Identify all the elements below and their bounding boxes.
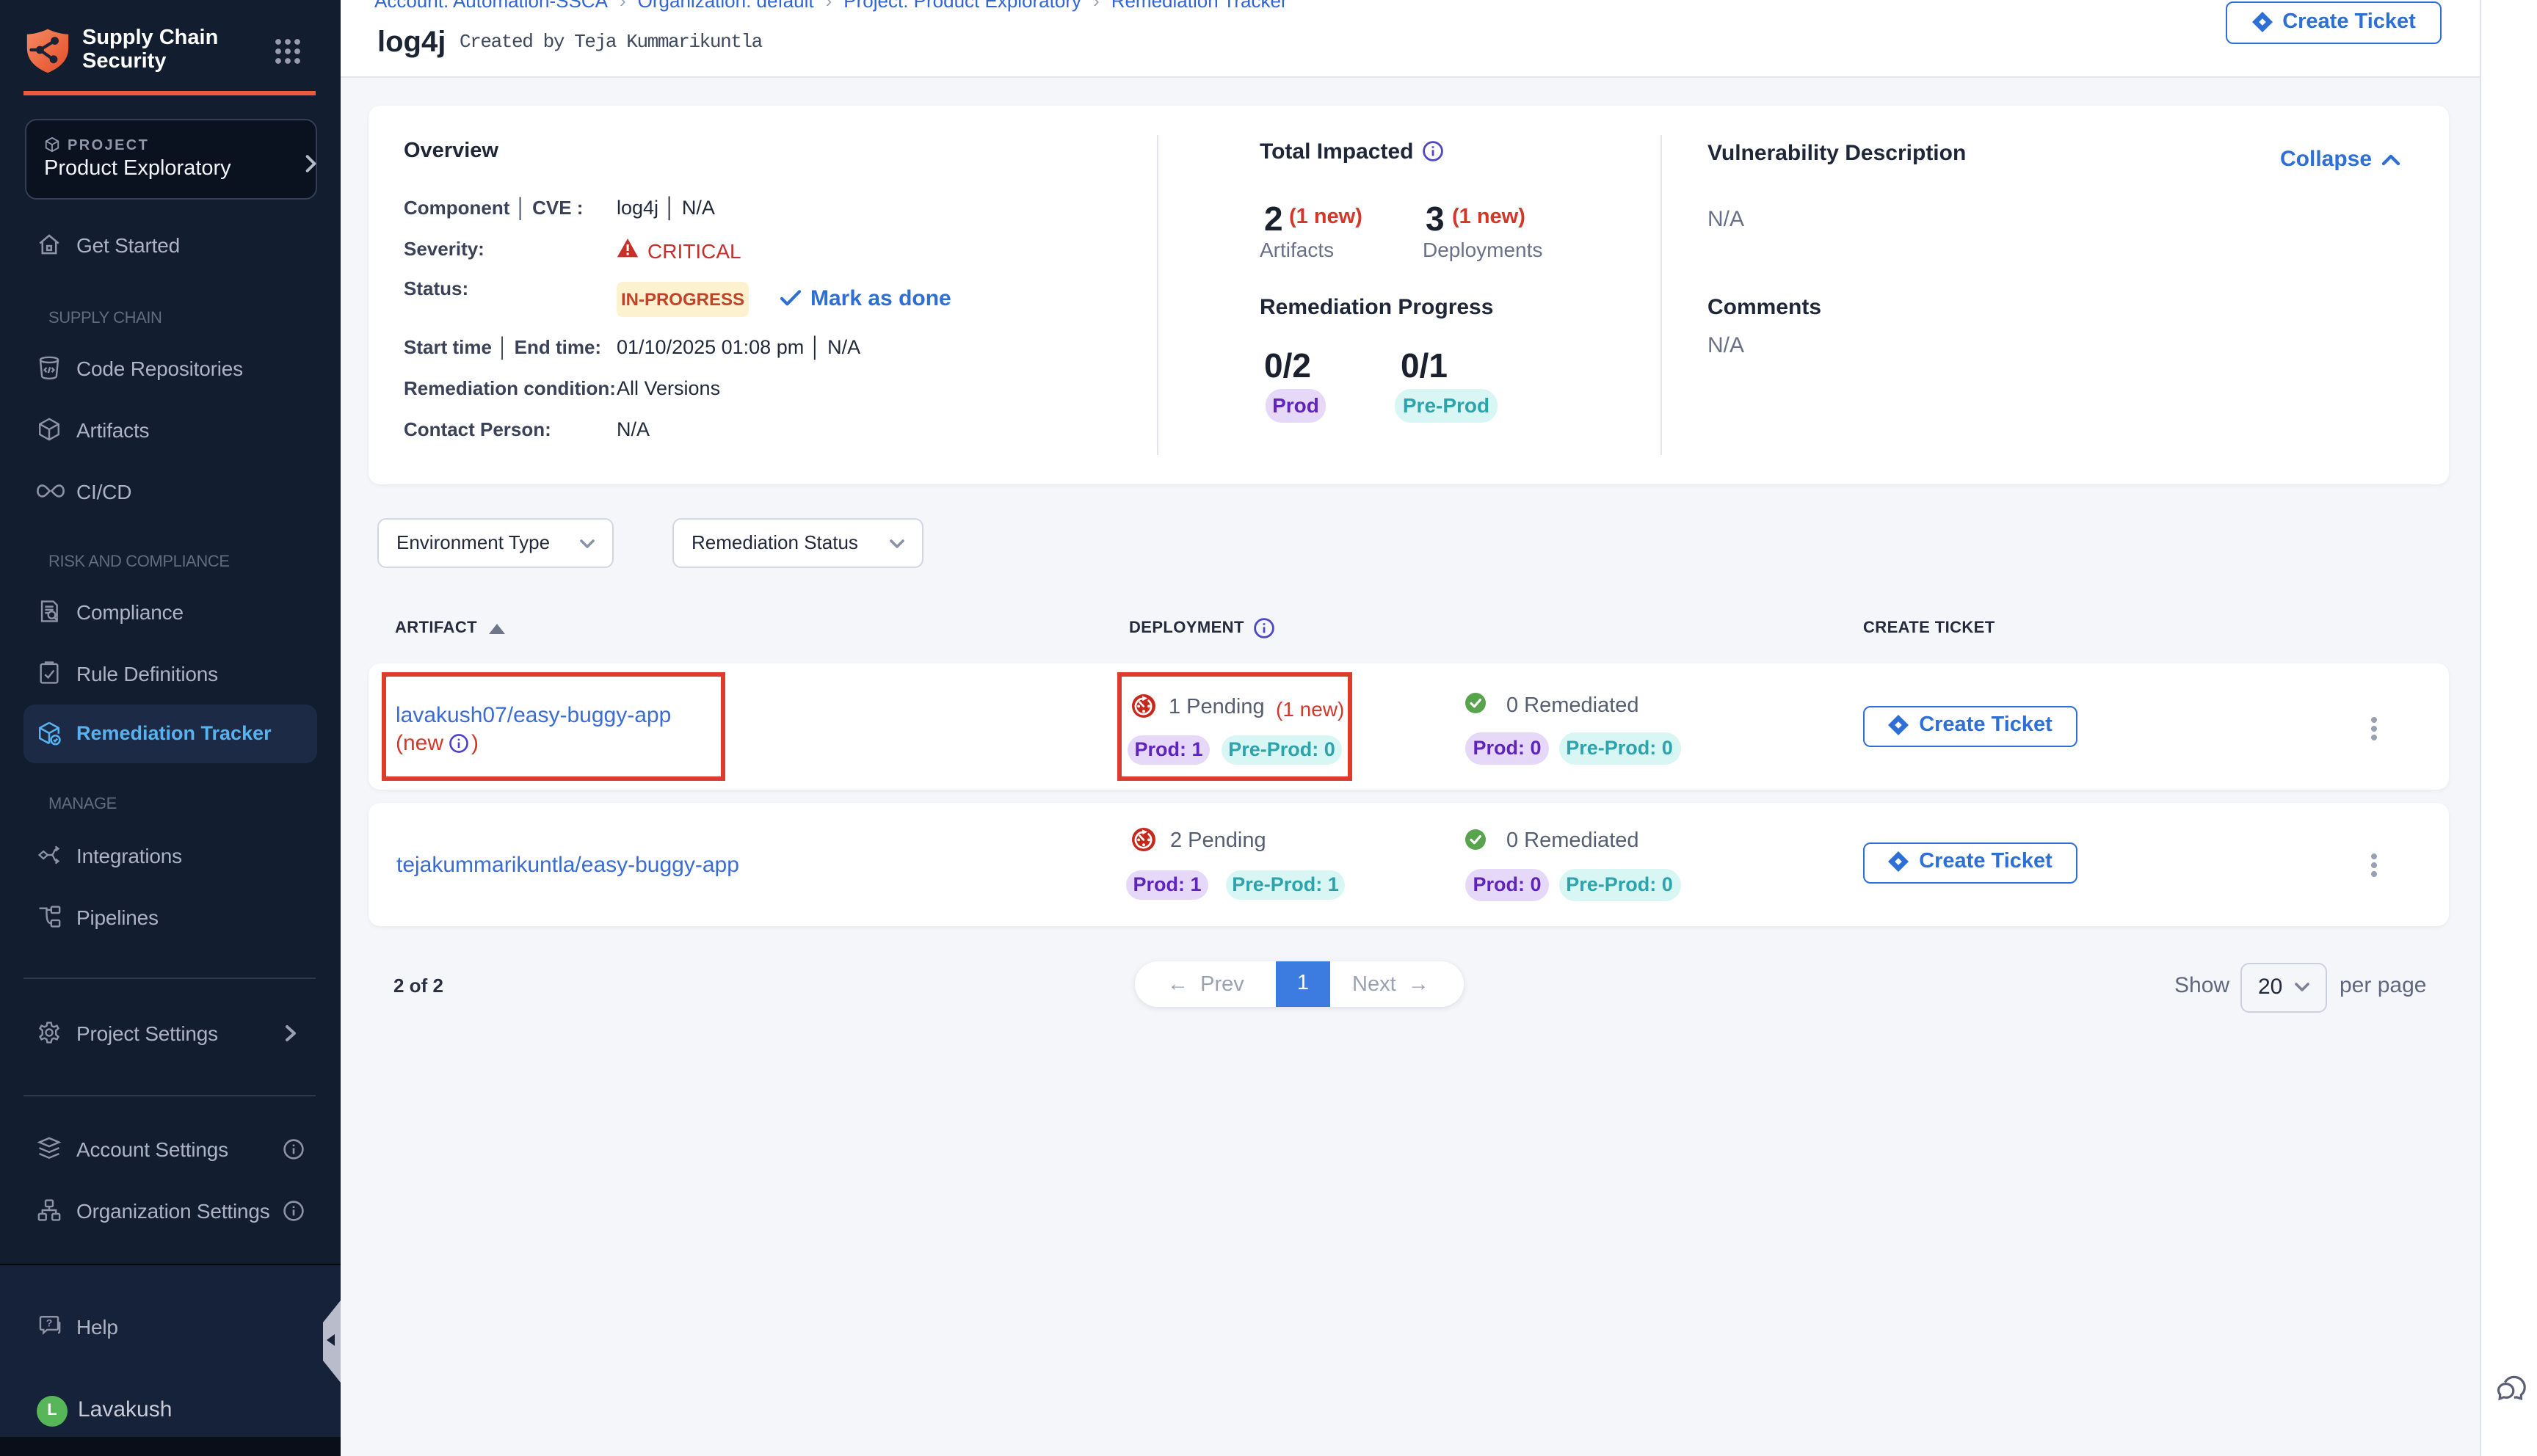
svg-text:?: ? [46, 1318, 53, 1330]
